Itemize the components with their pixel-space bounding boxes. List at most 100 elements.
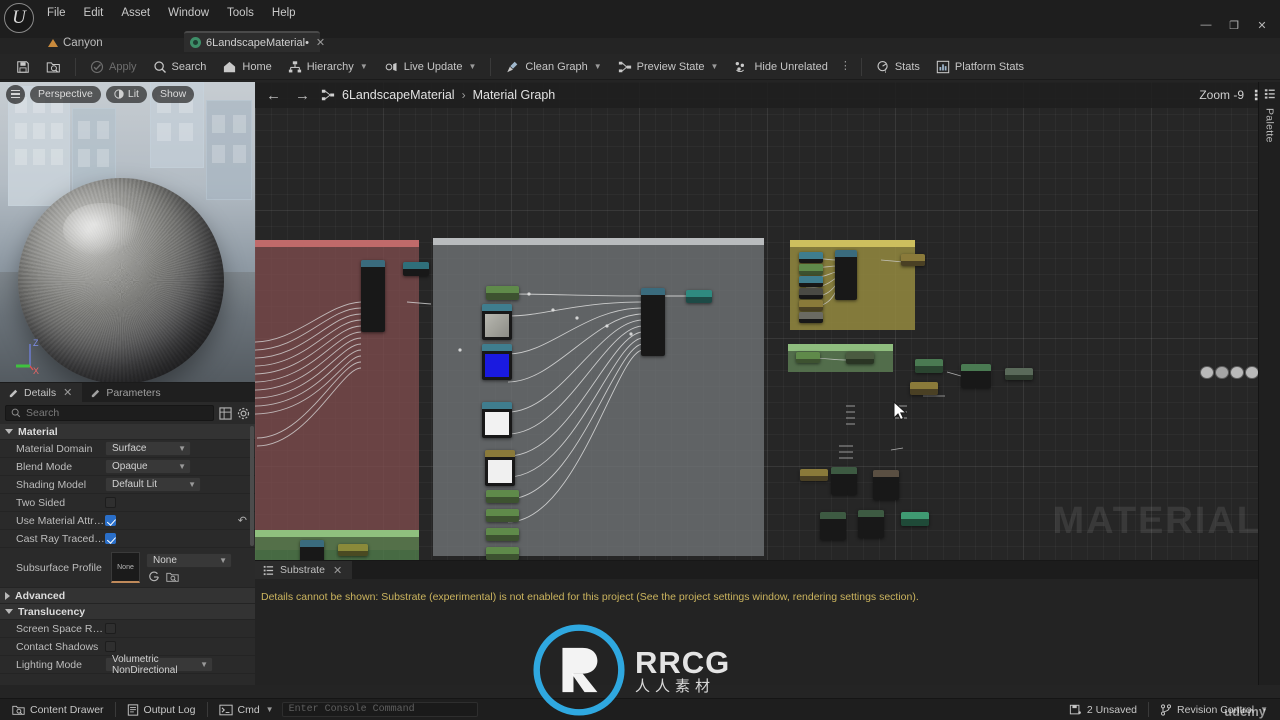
viewport-perspective-button[interactable]: Perspective — [30, 85, 101, 103]
material-node-param[interactable] — [799, 252, 823, 263]
content-drawer-button[interactable]: Content Drawer — [4, 701, 112, 719]
two-sided-checkbox[interactable] — [105, 497, 116, 508]
material-node-constant[interactable] — [486, 528, 519, 541]
viewport-lit-button[interactable]: Lit — [105, 85, 147, 103]
material-node-param[interactable] — [799, 288, 823, 299]
material-node-output[interactable] — [403, 262, 429, 276]
grid-view-icon[interactable] — [219, 406, 232, 420]
section-header-translucency[interactable]: Translucency — [0, 604, 255, 620]
forward-button[interactable]: → — [292, 87, 313, 104]
use-material-attributes-checkbox[interactable] — [105, 515, 116, 526]
back-button[interactable]: ← — [263, 87, 284, 104]
shading-model-dropdown[interactable]: Default Lit ▼ — [105, 477, 201, 492]
tab-details-close-icon[interactable]: ✕ — [61, 386, 74, 399]
hierarchy-button[interactable]: Hierarchy ▼ — [280, 56, 376, 78]
grey-comment-box[interactable] — [433, 238, 764, 556]
material-node-texture-sample-blue[interactable] — [482, 344, 512, 380]
section-header-advanced[interactable]: Advanced — [0, 588, 255, 604]
minimize-button[interactable]: — — [1192, 14, 1220, 36]
tab-substrate[interactable]: Substrate ✕ — [255, 561, 353, 579]
subsurface-profile-thumbnail[interactable]: None — [111, 552, 140, 583]
unsaved-button[interactable]: 2 Unsaved — [1061, 701, 1145, 719]
cube-preview-button[interactable] — [1245, 366, 1259, 379]
material-node-constant[interactable] — [486, 286, 519, 300]
cylinder-preview-button[interactable] — [1200, 366, 1214, 379]
cmd-button[interactable]: Cmd ▼ — [211, 701, 282, 719]
material-node-constant[interactable] — [486, 547, 519, 560]
menu-file[interactable]: File — [38, 4, 75, 22]
browse-to-asset-icon[interactable] — [166, 571, 179, 583]
material-node-lerp-upper[interactable] — [915, 359, 943, 373]
close-button[interactable]: ✕ — [1248, 14, 1276, 36]
tab-substrate-close-icon[interactable]: ✕ — [331, 564, 344, 577]
menu-window[interactable]: Window — [159, 4, 218, 22]
menu-edit[interactable]: Edit — [75, 4, 113, 22]
material-node-blend-mid-d[interactable] — [858, 510, 884, 538]
viewport-show-button[interactable]: Show — [151, 85, 195, 103]
plane-preview-button[interactable] — [1230, 366, 1244, 379]
unreal-engine-logo-icon[interactable]: U — [4, 3, 34, 33]
material-node-result[interactable] — [686, 290, 712, 303]
material-node-green-output[interactable] — [846, 352, 874, 364]
live-update-button[interactable]: Live Update ▼ — [376, 56, 485, 78]
details-search-input[interactable]: Search — [5, 405, 214, 421]
sphere-preview-button[interactable] — [1215, 366, 1229, 379]
maximize-button[interactable]: ❐ — [1220, 14, 1248, 36]
stats-button[interactable]: i Stats — [868, 56, 928, 78]
hide-unrelated-options-icon[interactable]: ⋮ — [836, 61, 855, 72]
material-node-blend-mid-a[interactable] — [831, 467, 857, 495]
cast-ray-traced-shadows-checkbox[interactable] — [105, 533, 116, 544]
menu-tools[interactable]: Tools — [218, 4, 263, 22]
material-node-output-yellow[interactable] — [901, 254, 925, 266]
material-node-attributes-break[interactable] — [361, 260, 385, 332]
material-node-make-attributes-yellow[interactable] — [835, 250, 857, 300]
output-log-button[interactable]: Output Log — [119, 701, 204, 719]
save-button[interactable] — [8, 56, 38, 78]
material-node-result-mid[interactable] — [901, 512, 929, 526]
viewport-menu-icon[interactable] — [6, 84, 25, 104]
material-node-param[interactable] — [799, 276, 823, 287]
use-selected-asset-icon[interactable] — [148, 571, 160, 583]
asset-tab-landscape-material[interactable]: 6LandscapeMaterial• ✕ — [184, 31, 325, 52]
material-node-blend-upper[interactable] — [961, 364, 991, 388]
tab-details[interactable]: Details ✕ — [0, 383, 83, 402]
subsurface-profile-dropdown[interactable]: None ▼ — [146, 552, 232, 568]
reset-to-default-icon[interactable]: ↶ — [238, 514, 247, 527]
clean-graph-button[interactable]: Clean Graph ▼ — [497, 56, 609, 78]
breadcrumb-asset[interactable]: 6LandscapeMaterial — [342, 88, 455, 102]
preview-state-button[interactable]: Preview State ▼ — [610, 56, 727, 78]
project-tab-canyon[interactable]: Canyon — [40, 33, 115, 54]
details-property-list[interactable]: Material Material Domain Surface ▼ Blend… — [0, 424, 255, 685]
home-button[interactable]: Home — [214, 56, 279, 78]
screen-space-reflections-checkbox[interactable] — [105, 623, 116, 634]
search-button[interactable]: Search — [145, 56, 215, 78]
browse-to-asset-button[interactable] — [38, 56, 69, 78]
material-node-blend-mid-b[interactable] — [873, 470, 899, 500]
material-node-param[interactable] — [799, 300, 823, 311]
lighting-mode-dropdown[interactable]: Volumetric NonDirectional ▼ — [105, 654, 213, 676]
material-node-green-input[interactable] — [796, 352, 820, 363]
material-node-texture-sample-grey[interactable] — [482, 304, 512, 340]
material-node-param[interactable] — [799, 312, 823, 323]
material-node-blend-mid-c[interactable] — [820, 512, 846, 540]
material-node-band-b[interactable] — [338, 544, 368, 556]
console-command-input[interactable]: Enter Console Command — [281, 702, 478, 717]
asset-tab-close-icon[interactable]: ✕ — [314, 36, 327, 49]
red-comment-box[interactable] — [255, 240, 419, 550]
platform-stats-button[interactable]: Platform Stats — [928, 56, 1032, 78]
material-node-constant-mid[interactable] — [800, 469, 828, 481]
material-node-texture-sample-white[interactable] — [482, 402, 512, 438]
material-node-make-material-attributes[interactable] — [641, 288, 665, 356]
material-node-constant[interactable] — [486, 490, 519, 503]
material-node-param-upper[interactable] — [910, 382, 938, 395]
section-header-material[interactable]: Material — [0, 424, 255, 440]
material-node-texture-sample-param[interactable] — [485, 450, 515, 486]
tab-parameters[interactable]: Parameters — [82, 383, 169, 402]
apply-button[interactable]: Apply — [82, 56, 145, 78]
gear-icon[interactable] — [237, 407, 250, 420]
menu-asset[interactable]: Asset — [112, 4, 159, 22]
contact-shadows-checkbox[interactable] — [105, 641, 116, 652]
material-node-param[interactable] — [799, 264, 823, 275]
material-node-constant[interactable] — [486, 509, 519, 522]
palette-side-tab[interactable]: Palette — [1258, 82, 1280, 685]
